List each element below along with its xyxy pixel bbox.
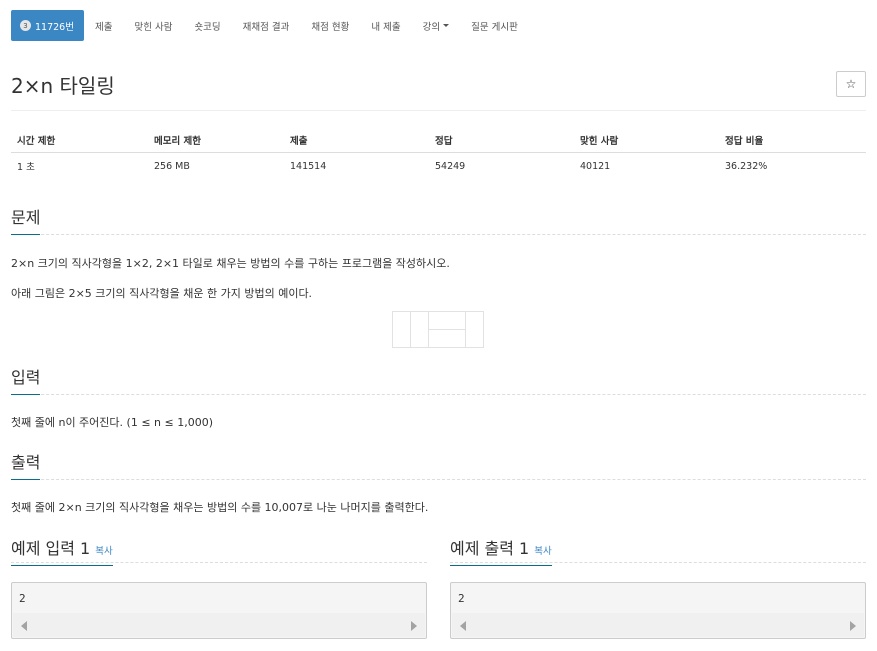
problem-number: 11726번 xyxy=(35,21,74,33)
scroll-right-icon[interactable] xyxy=(850,621,856,631)
medal-icon: 3 xyxy=(20,20,31,31)
tab-qna-board[interactable]: 질문 게시판 xyxy=(460,10,529,41)
sample-input-header: 예제 입력 1 복사 xyxy=(11,535,427,566)
scroll-left-icon[interactable] xyxy=(21,621,27,631)
copy-sample-input-button[interactable]: 복사 xyxy=(95,546,112,557)
section-divider xyxy=(11,394,866,395)
tile-edge xyxy=(429,329,465,330)
header-accepted: 정답 xyxy=(429,128,574,153)
tab-lectures-label: 강의 xyxy=(422,21,441,33)
problem-heading: 문제 xyxy=(11,204,41,235)
output-heading: 출력 xyxy=(11,449,41,480)
copy-sample-output-button[interactable]: 복사 xyxy=(534,546,551,557)
output-text: 첫째 줄에 2×n 크기의 직사각형을 채우는 방법의 수를 10,007로 나… xyxy=(11,501,429,514)
accepted-value: 54249 xyxy=(435,160,466,172)
tab-problem[interactable]: 3 11726번 xyxy=(11,10,84,41)
accept-ratio-value: 36.232% xyxy=(725,160,768,172)
sample-input-box[interactable]: 2 xyxy=(11,582,427,639)
caret-down-icon xyxy=(443,24,450,27)
sample-output-heading: 예제 출력 1 복사 xyxy=(450,535,552,566)
submissions-value: 141514 xyxy=(290,160,327,172)
sample-output-title: 예제 출력 1 xyxy=(450,539,530,558)
sample-output-value: 2 xyxy=(458,592,465,605)
input-heading: 입력 xyxy=(11,364,41,395)
tab-rejudge-results[interactable]: 재채점 결과 xyxy=(232,10,301,41)
header-accept-ratio: 정답 비율 xyxy=(719,128,866,153)
problem-info-table: 시간 제한 메모리 제한 제출 정답 맞힌 사람 정답 비율 1 초 256 M… xyxy=(11,128,866,179)
section-divider xyxy=(11,234,866,235)
sample-input-heading: 예제 입력 1 복사 xyxy=(11,535,113,566)
input-section-header: 입력 xyxy=(11,364,866,395)
problem-nav: 3 11726번 제출 맞힌 사람 숏코딩 재채점 결과 채점 현황 내 제출 … xyxy=(11,10,529,41)
memory-limit-value: 256 MB xyxy=(154,160,190,172)
scroll-left-icon[interactable] xyxy=(460,621,466,631)
time-limit-value: 1 초 xyxy=(17,162,35,173)
tab-solved-users[interactable]: 맞힌 사람 xyxy=(123,10,183,41)
sample-input-value: 2 xyxy=(19,592,26,605)
horizontal-scrollbar[interactable] xyxy=(13,613,425,637)
horizontal-scrollbar[interactable] xyxy=(452,613,864,637)
sample-output-box[interactable]: 2 xyxy=(450,582,866,639)
scroll-right-icon[interactable] xyxy=(411,621,417,631)
input-text: 첫째 줄에 n이 주어진다. (1 ≤ n ≤ 1,000) xyxy=(11,416,213,429)
info-value-row: 1 초 256 MB 141514 54249 40121 36.232% xyxy=(11,153,866,180)
sample-output-header: 예제 출력 1 복사 xyxy=(450,535,866,566)
tile-edge xyxy=(410,312,411,347)
page-title: 2×n 타일링 xyxy=(11,74,115,98)
output-section-header: 출력 xyxy=(11,449,866,480)
tab-lectures[interactable]: 강의 xyxy=(412,10,460,41)
header-solved-users: 맞힌 사람 xyxy=(574,128,719,153)
problem-text-2: 아래 그림은 2×5 크기의 직사각형을 채운 한 가지 방법의 예이다. xyxy=(11,287,313,300)
info-header-row: 시간 제한 메모리 제한 제출 정답 맞힌 사람 정답 비율 xyxy=(11,128,866,153)
sample-input-title: 예제 입력 1 xyxy=(11,539,91,558)
header-submissions: 제출 xyxy=(284,128,429,153)
problem-text-1: 2×n 크기의 직사각형을 1×2, 2×1 타일로 채우는 방법의 수를 구하… xyxy=(11,257,450,270)
header-memory-limit: 메모리 제한 xyxy=(148,128,284,153)
header-time-limit: 시간 제한 xyxy=(11,128,148,153)
problem-section-header: 문제 xyxy=(11,204,866,235)
tab-my-submissions[interactable]: 내 제출 xyxy=(360,10,411,41)
title-divider xyxy=(11,110,866,111)
section-divider xyxy=(11,479,866,480)
solved-users-value: 40121 xyxy=(580,160,611,172)
star-icon: ☆ xyxy=(845,77,857,91)
favorite-button[interactable]: ☆ xyxy=(836,71,866,97)
tab-status[interactable]: 채점 현황 xyxy=(300,10,360,41)
tab-short-coding[interactable]: 숏코딩 xyxy=(183,10,231,41)
tab-submit[interactable]: 제출 xyxy=(84,10,123,41)
tile-edge xyxy=(465,312,466,347)
tiling-example-figure xyxy=(392,311,484,348)
